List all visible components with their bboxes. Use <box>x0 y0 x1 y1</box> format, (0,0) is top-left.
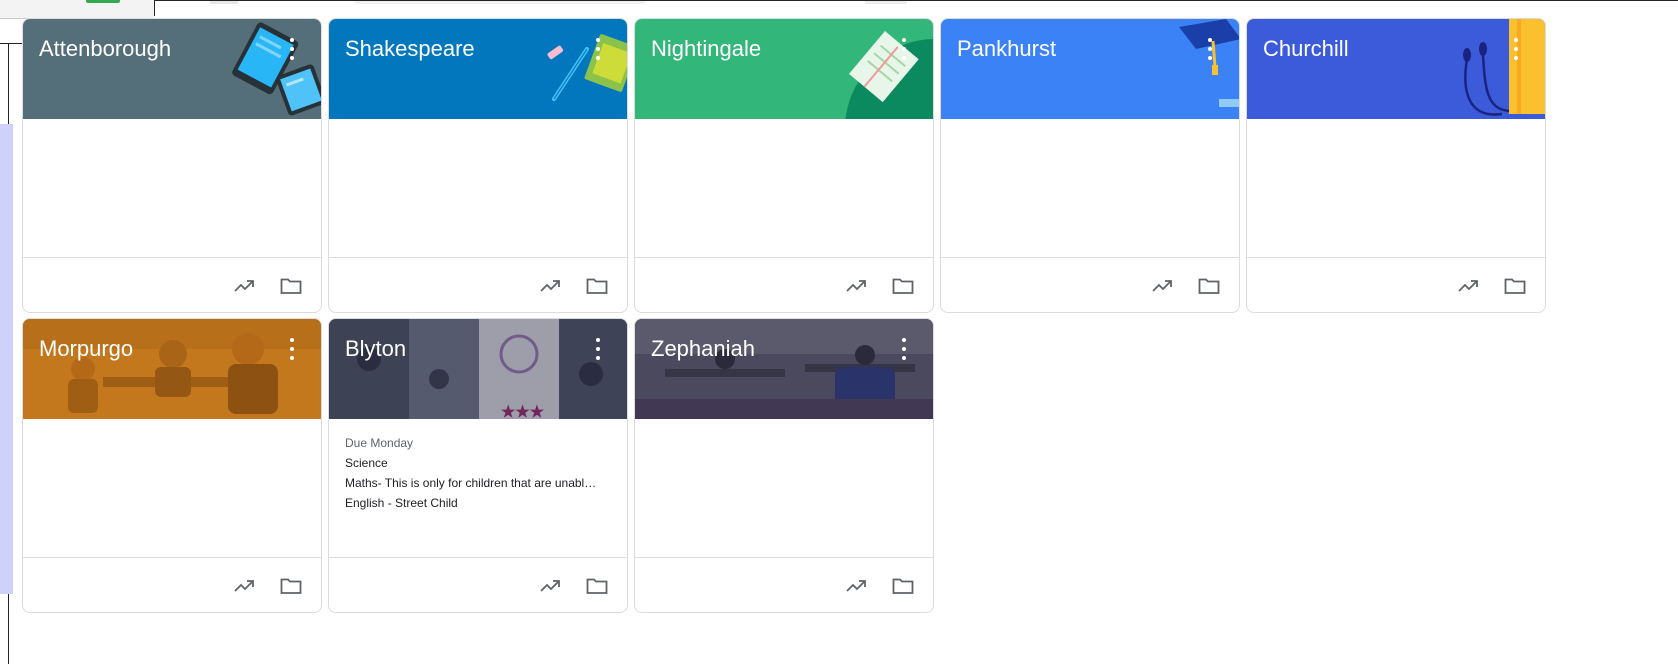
folder-icon[interactable] <box>1499 270 1531 302</box>
class-card-pankhurst[interactable]: Pankhurst <box>940 18 1240 313</box>
class-card-body <box>329 119 627 257</box>
class-card-body: Due Monday Science Maths- This is only f… <box>329 419 627 557</box>
class-card-footer <box>941 257 1239 312</box>
folder-icon[interactable] <box>581 570 613 602</box>
class-card-footer <box>1247 257 1545 312</box>
class-card-header[interactable]: Nightingale <box>635 19 933 119</box>
class-card-churchill[interactable]: Churchill <box>1246 18 1546 313</box>
trending-up-icon[interactable] <box>535 270 567 302</box>
class-card-footer <box>23 557 321 612</box>
trending-up-icon[interactable] <box>1147 270 1179 302</box>
toolbar-remnant <box>0 0 154 19</box>
graduation-cap-illustration <box>1179 19 1239 107</box>
notebook-illustration <box>845 31 933 119</box>
window-border <box>154 0 155 16</box>
class-card-header[interactable]: Pankhurst <box>941 19 1239 119</box>
headphones-book-illustration <box>1463 19 1545 116</box>
class-card-blyton[interactable]: ★★★ Blyton Due Monday Science Maths- Thi… <box>328 318 628 613</box>
window-border <box>0 43 22 44</box>
class-card-header[interactable]: Zephaniah <box>635 319 933 419</box>
class-name[interactable]: Zephaniah <box>651 336 755 362</box>
class-card-footer <box>635 257 933 312</box>
classroom-photo <box>635 319 933 419</box>
class-card-morpurgo[interactable]: Morpurgo <box>22 318 322 613</box>
class-name[interactable]: Churchill <box>1263 36 1349 62</box>
class-card-attenborough[interactable]: Attenborough <box>22 18 322 313</box>
app-icon-remnant <box>86 0 120 3</box>
class-name[interactable]: Blyton <box>345 336 406 362</box>
class-name[interactable]: Shakespeare <box>345 36 475 62</box>
folder-icon[interactable] <box>887 270 919 302</box>
folder-icon[interactable] <box>275 570 307 602</box>
folder-icon[interactable] <box>581 270 613 302</box>
trending-up-icon[interactable] <box>841 570 873 602</box>
class-card-header[interactable]: Churchill <box>1247 19 1545 119</box>
class-card-header[interactable]: Shakespeare <box>329 19 627 119</box>
classroom-photo <box>23 319 321 419</box>
tablets-illustration <box>232 22 321 116</box>
class-card-footer <box>635 557 933 612</box>
trending-up-icon[interactable] <box>535 570 567 602</box>
class-card-shakespeare[interactable]: Shakespeare <box>328 18 628 313</box>
classroom-frame: Attenborough Shakespeare Nightingale Pan… <box>0 0 1678 664</box>
more-vert-icon[interactable] <box>595 338 601 360</box>
more-vert-icon[interactable] <box>1513 38 1519 60</box>
class-card-body <box>635 119 933 257</box>
more-vert-icon[interactable] <box>289 338 295 360</box>
trending-up-icon[interactable] <box>1453 270 1485 302</box>
assignment-link[interactable]: English - Street Child <box>345 493 620 513</box>
class-card-footer <box>329 557 627 612</box>
more-vert-icon[interactable] <box>289 38 295 60</box>
more-vert-icon[interactable] <box>595 38 601 60</box>
folder-icon[interactable] <box>275 270 307 302</box>
class-card-body <box>635 419 933 557</box>
class-name[interactable]: Pankhurst <box>957 36 1056 62</box>
class-card-header[interactable]: ★★★ Blyton <box>329 319 627 419</box>
due-assignments: Due Monday Science Maths- This is only f… <box>345 433 620 513</box>
more-vert-icon[interactable] <box>901 38 907 60</box>
trending-up-icon[interactable] <box>229 570 261 602</box>
due-label[interactable]: Due Monday <box>345 433 620 453</box>
class-card-body <box>23 119 321 257</box>
folder-icon[interactable] <box>887 570 919 602</box>
folder-icon[interactable] <box>1193 270 1225 302</box>
class-name[interactable]: Morpurgo <box>39 336 133 362</box>
class-card-body <box>1247 119 1545 257</box>
class-card-body <box>23 419 321 557</box>
school-photo-collage: ★★★ <box>329 319 627 419</box>
trending-up-icon[interactable] <box>229 270 261 302</box>
class-name[interactable]: Nightingale <box>651 36 761 62</box>
class-card-header[interactable]: Attenborough <box>23 19 321 119</box>
assignment-link[interactable]: Science <box>345 453 620 473</box>
more-vert-icon[interactable] <box>901 338 907 360</box>
class-name[interactable]: Attenborough <box>39 36 171 62</box>
class-card-footer <box>23 257 321 312</box>
more-vert-icon[interactable] <box>1207 38 1213 60</box>
class-card-zephaniah[interactable]: Zephaniah <box>634 318 934 613</box>
class-card-nightingale[interactable]: Nightingale <box>634 18 934 313</box>
class-card-header[interactable]: Morpurgo <box>23 319 321 419</box>
class-card-body <box>941 119 1239 257</box>
trending-up-icon[interactable] <box>841 270 873 302</box>
window-border <box>155 0 1678 1</box>
assignment-link[interactable]: Maths- This is only for children that ar… <box>345 473 620 493</box>
pens-illustration <box>547 34 627 101</box>
class-card-footer <box>329 257 627 312</box>
side-panel-edge <box>0 124 13 594</box>
